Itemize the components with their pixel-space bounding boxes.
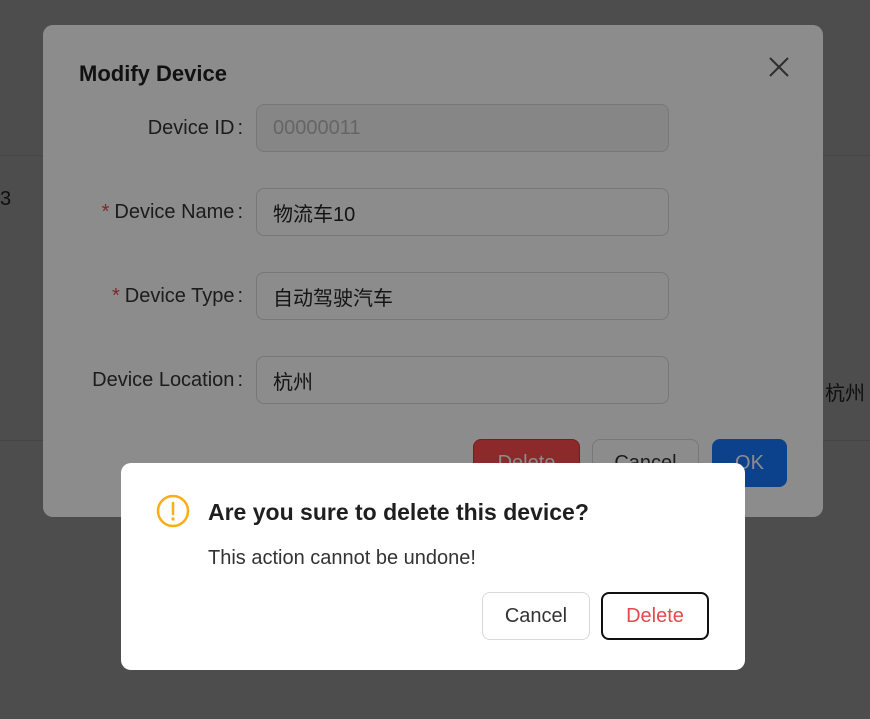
- confirm-title: Are you sure to delete this device?: [208, 499, 589, 525]
- confirm-delete-label: Delete: [626, 604, 684, 627]
- delete-confirm-dialog: Are you sure to delete this device? This…: [121, 463, 745, 670]
- confirm-delete-button[interactable]: Delete: [601, 592, 709, 640]
- confirm-cancel-button[interactable]: Cancel: [482, 592, 590, 640]
- exclamation-circle-icon: [156, 494, 190, 528]
- confirm-content: This action cannot be undone!: [208, 547, 476, 569]
